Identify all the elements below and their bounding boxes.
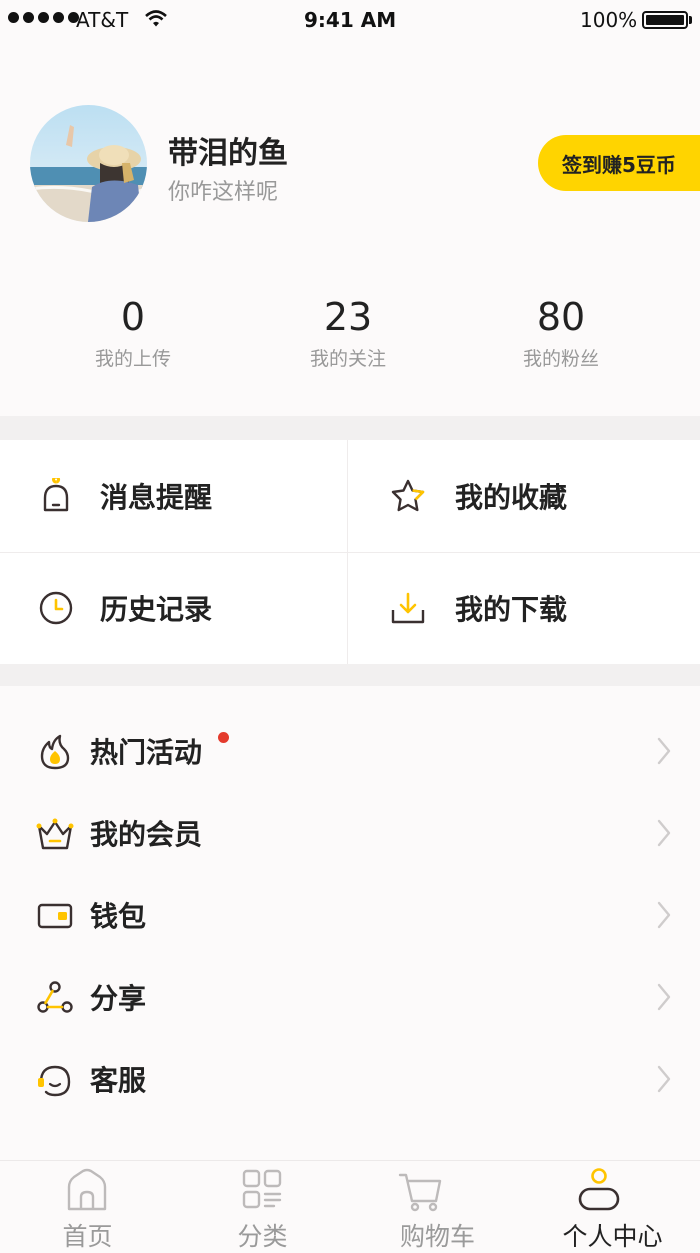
cart-icon bbox=[398, 1173, 442, 1212]
status-time: 9:41 AM bbox=[304, 8, 397, 32]
battery-icon bbox=[642, 11, 688, 29]
star-icon bbox=[391, 479, 425, 512]
stat-label: 我的粉丝 bbox=[522, 348, 599, 370]
section-divider bbox=[0, 416, 700, 440]
checkin-button[interactable]: 签到赚5豆币 bbox=[538, 135, 700, 191]
stat-followers[interactable]: 80 我的粉丝 bbox=[461, 294, 661, 371]
wallet-icon bbox=[37, 903, 73, 929]
grid-divider-horizontal bbox=[0, 552, 700, 553]
stat-value: 80 bbox=[536, 295, 586, 339]
menu-item-label: 客服 bbox=[90, 1064, 147, 1097]
tab-home[interactable]: 首页 bbox=[0, 1161, 175, 1253]
chevron-right-icon bbox=[657, 1065, 671, 1093]
tab-bar: 首页 分类 购物车 个人中心 bbox=[0, 1160, 700, 1253]
home-icon bbox=[67, 1168, 107, 1211]
grid-item-history[interactable]: 历史记录 bbox=[0, 552, 350, 664]
grid-item-label: 我的收藏 bbox=[455, 481, 568, 514]
avatar[interactable] bbox=[30, 105, 147, 222]
grid-item-label: 消息提醒 bbox=[100, 481, 213, 514]
flame-icon bbox=[40, 734, 70, 770]
headset-icon bbox=[38, 1065, 71, 1097]
wifi-icon bbox=[145, 10, 167, 27]
status-bar: AT&T 9:41 AM 100% bbox=[0, 0, 700, 40]
clock-icon bbox=[39, 591, 73, 625]
user-icon bbox=[578, 1168, 620, 1211]
tab-category[interactable]: 分类 bbox=[175, 1161, 350, 1253]
stat-value: 0 bbox=[120, 295, 146, 339]
menu-item-wallet[interactable]: 钱包 bbox=[0, 875, 700, 957]
download-icon bbox=[391, 592, 425, 624]
tab-label: 购物车 bbox=[399, 1222, 475, 1251]
grid-item-label: 我的下载 bbox=[455, 593, 568, 626]
avatar-image bbox=[30, 105, 147, 222]
grid-item-label: 历史记录 bbox=[100, 593, 213, 626]
share-icon bbox=[37, 981, 73, 1013]
menu-item-share[interactable]: 分享 bbox=[0, 957, 700, 1039]
tab-label: 首页 bbox=[62, 1222, 113, 1251]
menu-item-label: 热门活动 bbox=[90, 736, 203, 769]
grid-item-favorites[interactable]: 我的收藏 bbox=[350, 440, 700, 552]
stat-following[interactable]: 23 我的关注 bbox=[248, 294, 448, 371]
tab-label: 个人中心 bbox=[562, 1222, 663, 1251]
stat-label: 我的上传 bbox=[94, 348, 171, 370]
chevron-right-icon bbox=[657, 983, 671, 1011]
crown-icon bbox=[36, 818, 74, 850]
tab-profile[interactable]: 个人中心 bbox=[525, 1161, 700, 1253]
user-signature: 你咋这样呢 bbox=[168, 180, 279, 205]
username: 带泪的鱼 bbox=[168, 136, 288, 171]
menu-item-label: 钱包 bbox=[90, 900, 147, 933]
battery-cap bbox=[689, 16, 692, 24]
chevron-right-icon bbox=[657, 737, 671, 765]
chevron-right-icon bbox=[657, 901, 671, 929]
category-icon bbox=[242, 1169, 282, 1209]
chevron-right-icon bbox=[657, 819, 671, 847]
stat-uploads[interactable]: 0 我的上传 bbox=[33, 294, 233, 371]
menu-item-label: 分享 bbox=[90, 982, 147, 1015]
section-divider bbox=[0, 664, 700, 686]
carrier-label: AT&T bbox=[76, 8, 129, 32]
grid-item-downloads[interactable]: 我的下载 bbox=[350, 552, 700, 664]
stat-label: 我的关注 bbox=[309, 348, 386, 370]
notification-badge bbox=[218, 732, 229, 743]
stat-value: 23 bbox=[323, 295, 373, 339]
menu-item-customer-service[interactable]: 客服 bbox=[0, 1039, 700, 1121]
bell-icon bbox=[43, 478, 69, 512]
battery-percent: 100% bbox=[580, 8, 638, 32]
tab-label: 分类 bbox=[237, 1222, 288, 1251]
tab-cart[interactable]: 购物车 bbox=[350, 1161, 525, 1253]
signal-icon bbox=[8, 12, 79, 23]
menu-item-label: 我的会员 bbox=[90, 818, 203, 851]
grid-item-notifications[interactable]: 消息提醒 bbox=[0, 440, 350, 552]
menu-item-hot-events[interactable]: 热门活动 bbox=[0, 711, 700, 793]
menu-item-membership[interactable]: 我的会员 bbox=[0, 793, 700, 875]
